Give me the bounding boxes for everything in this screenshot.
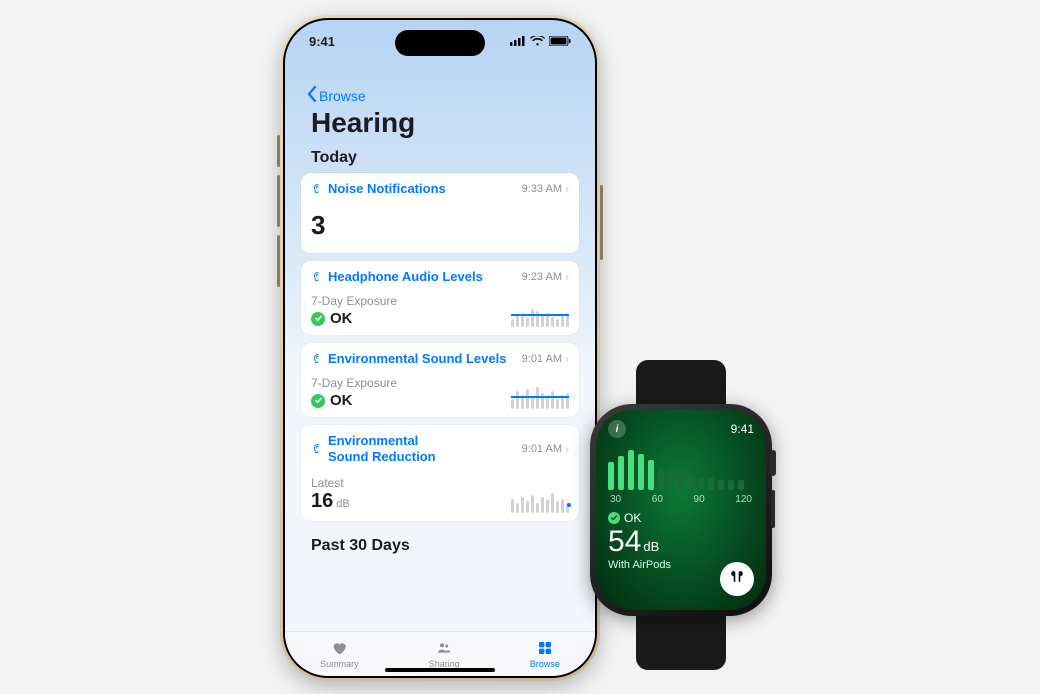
watch-axis-ticks: 30 60 90 120 [608, 494, 754, 505]
tick-30: 30 [610, 494, 621, 505]
card-title-text: Noise Notifications [328, 181, 446, 196]
watch-case: i 9:41 30 60 [590, 404, 772, 616]
card-time-text: 9:33 AM [522, 183, 562, 195]
digital-crown [770, 450, 776, 476]
back-label: Browse [319, 88, 366, 104]
iphone-device: 9:41 [280, 15, 600, 681]
card-title-text: Environmental Sound Reduction [328, 433, 451, 466]
watch-db-value: 54 [608, 525, 641, 559]
chevron-right-icon: › [565, 352, 569, 366]
headphone-sparkline [511, 301, 569, 327]
chevron-right-icon: › [565, 442, 569, 456]
iphone-volume-up [277, 175, 280, 227]
battery-icon [549, 34, 571, 49]
home-indicator[interactable] [385, 668, 495, 672]
ear-icon [311, 353, 323, 365]
ear-icon [311, 443, 323, 455]
tab-sharing[interactable]: Sharing [429, 640, 460, 669]
tick-120: 120 [735, 494, 752, 505]
airpods-button[interactable] [720, 562, 754, 596]
watch-screen: i 9:41 30 60 [596, 410, 766, 610]
reduction-sparkline [511, 487, 569, 513]
tab-label: Browse [530, 659, 560, 669]
ear-icon [311, 271, 323, 283]
card-title-text: Environmental Sound Levels [328, 351, 506, 366]
tab-browse[interactable]: Browse [530, 640, 560, 669]
card-time-text: 9:01 AM [522, 353, 562, 365]
tick-60: 60 [652, 494, 663, 505]
watch-db-unit: dB [643, 539, 659, 554]
status-text: OK [330, 310, 353, 327]
heart-icon [330, 640, 348, 658]
checkmark-icon [608, 512, 620, 524]
reduction-value: 16 [311, 490, 333, 513]
tab-summary[interactable]: Summary [320, 640, 359, 669]
ear-icon [311, 183, 323, 195]
card-title-text: Headphone Audio Levels [328, 269, 483, 284]
info-icon[interactable]: i [608, 420, 626, 438]
tab-label: Summary [320, 659, 359, 669]
checkmark-icon [311, 312, 325, 326]
env-sparkline [511, 383, 569, 409]
section-past-30: Past 30 Days [295, 529, 585, 561]
chevron-right-icon: › [565, 270, 569, 284]
watch-time: 9:41 [731, 422, 754, 436]
tab-bar: Summary Sharing Browse [285, 631, 595, 676]
card-noise-notifications[interactable]: Noise Notifications 9:33 AM › 3 [301, 173, 579, 253]
iphone-volume-down [277, 235, 280, 287]
chevron-left-icon [307, 86, 317, 105]
iphone-screen: 9:41 [285, 20, 595, 676]
iphone-power-button [600, 185, 603, 260]
exposure-label: 7-Day Exposure [311, 288, 397, 308]
page-title: Hearing [295, 105, 585, 147]
latest-label: Latest [311, 470, 350, 490]
card-env-sound-reduction[interactable]: Environmental Sound Reduction 9:01 AM › … [301, 425, 579, 521]
apple-watch-device: i 9:41 30 60 [590, 360, 772, 670]
exposure-label: 7-Day Exposure [311, 370, 397, 390]
wifi-icon [530, 34, 545, 49]
section-today: Today [295, 147, 585, 173]
watch-side-button [771, 490, 775, 528]
dynamic-island [395, 30, 485, 56]
back-button[interactable]: Browse [295, 80, 585, 105]
card-time-text: 9:23 AM [522, 271, 562, 283]
status-text: OK [330, 392, 353, 409]
signal-icon [510, 34, 526, 49]
tab-label: Sharing [429, 659, 460, 669]
chevron-right-icon: › [565, 182, 569, 196]
watch-status: OK [624, 511, 641, 525]
grid-icon [536, 640, 554, 658]
watch-noise-bars [608, 448, 754, 490]
checkmark-icon [311, 394, 325, 408]
card-headphone-levels[interactable]: Headphone Audio Levels 9:23 AM › 7-Day E… [301, 261, 579, 335]
noise-notifications-value: 3 [311, 196, 569, 245]
card-env-sound-levels[interactable]: Environmental Sound Levels 9:01 AM › 7-D… [301, 343, 579, 417]
card-time-text: 9:01 AM [522, 443, 562, 455]
status-time: 9:41 [309, 34, 335, 49]
people-icon [435, 640, 453, 658]
airpods-icon [727, 567, 747, 592]
iphone-mute-switch [277, 135, 280, 167]
tick-90: 90 [694, 494, 705, 505]
reduction-unit: dB [336, 498, 349, 510]
